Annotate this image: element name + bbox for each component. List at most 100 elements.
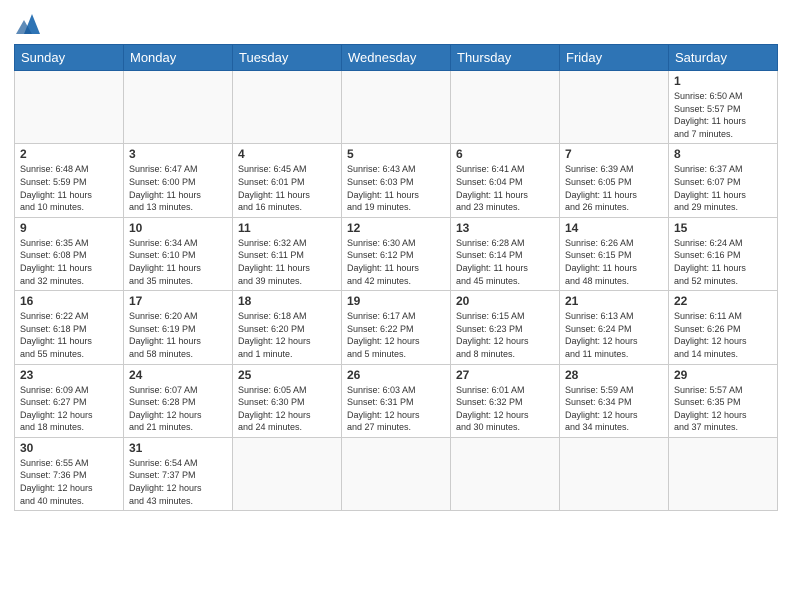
day-number: 27 [456,368,554,382]
week-row-2: 9 Sunrise: 6:35 AM Sunset: 6:08 PM Daylig… [15,217,778,290]
day-info: Sunrise: 6:39 AM Sunset: 6:05 PM Dayligh… [565,163,663,213]
day-cell: 6 Sunrise: 6:41 AM Sunset: 6:04 PM Daylig… [451,144,560,217]
day-info: Sunrise: 6:01 AM Sunset: 6:32 PM Dayligh… [456,384,554,434]
day-cell [15,71,124,144]
day-info: Sunrise: 6:07 AM Sunset: 6:28 PM Dayligh… [129,384,227,434]
day-info: Sunrise: 6:05 AM Sunset: 6:30 PM Dayligh… [238,384,336,434]
day-number: 24 [129,368,227,382]
day-cell: 21 Sunrise: 6:13 AM Sunset: 6:24 PM Dayli… [560,291,669,364]
day-cell: 28 Sunrise: 5:59 AM Sunset: 6:34 PM Dayli… [560,364,669,437]
day-info: Sunrise: 6:13 AM Sunset: 6:24 PM Dayligh… [565,310,663,360]
day-number: 12 [347,221,445,235]
day-number: 22 [674,294,772,308]
day-number: 6 [456,147,554,161]
day-cell: 5Sunrise: 6:43 AM Sunset: 6:03 PM Daylig… [342,144,451,217]
day-info: Sunrise: 6:48 AM Sunset: 5:59 PM Dayligh… [20,163,118,213]
day-cell [233,71,342,144]
day-cell: 18 Sunrise: 6:18 AM Sunset: 6:20 PM Dayli… [233,291,342,364]
day-number: 7 [565,147,663,161]
page: SundayMondayTuesdayWednesdayThursdayFrid… [0,0,792,612]
day-info: Sunrise: 6:24 AM Sunset: 6:16 PM Dayligh… [674,237,772,287]
day-cell: 26 Sunrise: 6:03 AM Sunset: 6:31 PM Dayli… [342,364,451,437]
day-number: 19 [347,294,445,308]
weekday-header-row: SundayMondayTuesdayWednesdayThursdayFrid… [15,45,778,71]
day-number: 23 [20,368,118,382]
day-cell [342,437,451,510]
day-cell: 15 Sunrise: 6:24 AM Sunset: 6:16 PM Dayli… [669,217,778,290]
day-cell: 3 Sunrise: 6:47 AM Sunset: 6:00 PM Daylig… [124,144,233,217]
day-number: 18 [238,294,336,308]
logo [14,10,48,38]
day-number: 5 [347,147,445,161]
day-info: Sunrise: 6:18 AM Sunset: 6:20 PM Dayligh… [238,310,336,360]
week-row-0: 1Sunrise: 6:50 AM Sunset: 5:57 PM Daylig… [15,71,778,144]
day-cell [560,437,669,510]
day-number: 3 [129,147,227,161]
day-number: 29 [674,368,772,382]
day-number: 2 [20,147,118,161]
header [14,10,778,38]
day-cell: 31Sunrise: 6:54 AM Sunset: 7:37 PM Dayli… [124,437,233,510]
day-number: 15 [674,221,772,235]
day-info: Sunrise: 5:59 AM Sunset: 6:34 PM Dayligh… [565,384,663,434]
day-number: 17 [129,294,227,308]
day-cell: 22Sunrise: 6:11 AM Sunset: 6:26 PM Dayli… [669,291,778,364]
day-number: 9 [20,221,118,235]
day-cell: 13Sunrise: 6:28 AM Sunset: 6:14 PM Dayli… [451,217,560,290]
day-number: 26 [347,368,445,382]
day-info: Sunrise: 6:50 AM Sunset: 5:57 PM Dayligh… [674,90,772,140]
day-cell: 14 Sunrise: 6:26 AM Sunset: 6:15 PM Dayli… [560,217,669,290]
weekday-sunday: Sunday [15,45,124,71]
day-cell: 17Sunrise: 6:20 AM Sunset: 6:19 PM Dayli… [124,291,233,364]
day-cell: 4Sunrise: 6:45 AM Sunset: 6:01 PM Daylig… [233,144,342,217]
day-info: Sunrise: 6:54 AM Sunset: 7:37 PM Dayligh… [129,457,227,507]
day-cell: 9 Sunrise: 6:35 AM Sunset: 6:08 PM Daylig… [15,217,124,290]
day-number: 10 [129,221,227,235]
day-number: 14 [565,221,663,235]
day-cell: 16Sunrise: 6:22 AM Sunset: 6:18 PM Dayli… [15,291,124,364]
weekday-saturday: Saturday [669,45,778,71]
weekday-tuesday: Tuesday [233,45,342,71]
day-cell: 25 Sunrise: 6:05 AM Sunset: 6:30 PM Dayli… [233,364,342,437]
day-info: Sunrise: 6:35 AM Sunset: 6:08 PM Dayligh… [20,237,118,287]
day-info: Sunrise: 6:28 AM Sunset: 6:14 PM Dayligh… [456,237,554,287]
day-cell [560,71,669,144]
day-info: Sunrise: 6:17 AM Sunset: 6:22 PM Dayligh… [347,310,445,360]
day-cell: 10 Sunrise: 6:34 AM Sunset: 6:10 PM Dayli… [124,217,233,290]
day-cell: 1Sunrise: 6:50 AM Sunset: 5:57 PM Daylig… [669,71,778,144]
calendar: SundayMondayTuesdayWednesdayThursdayFrid… [14,44,778,511]
day-info: Sunrise: 6:26 AM Sunset: 6:15 PM Dayligh… [565,237,663,287]
day-number: 20 [456,294,554,308]
weekday-monday: Monday [124,45,233,71]
day-info: Sunrise: 6:15 AM Sunset: 6:23 PM Dayligh… [456,310,554,360]
day-cell [124,71,233,144]
day-info: Sunrise: 6:47 AM Sunset: 6:00 PM Dayligh… [129,163,227,213]
day-number: 25 [238,368,336,382]
day-cell: 30Sunrise: 6:55 AM Sunset: 7:36 PM Dayli… [15,437,124,510]
day-number: 8 [674,147,772,161]
day-info: Sunrise: 6:55 AM Sunset: 7:36 PM Dayligh… [20,457,118,507]
day-cell [669,437,778,510]
day-cell: 7 Sunrise: 6:39 AM Sunset: 6:05 PM Daylig… [560,144,669,217]
day-number: 21 [565,294,663,308]
day-cell: 2 Sunrise: 6:48 AM Sunset: 5:59 PM Daylig… [15,144,124,217]
week-row-3: 16Sunrise: 6:22 AM Sunset: 6:18 PM Dayli… [15,291,778,364]
day-info: Sunrise: 6:03 AM Sunset: 6:31 PM Dayligh… [347,384,445,434]
day-info: Sunrise: 6:32 AM Sunset: 6:11 PM Dayligh… [238,237,336,287]
day-cell [233,437,342,510]
day-cell: 23 Sunrise: 6:09 AM Sunset: 6:27 PM Dayli… [15,364,124,437]
day-cell [451,71,560,144]
day-info: Sunrise: 6:34 AM Sunset: 6:10 PM Dayligh… [129,237,227,287]
day-info: Sunrise: 6:09 AM Sunset: 6:27 PM Dayligh… [20,384,118,434]
day-info: Sunrise: 6:37 AM Sunset: 6:07 PM Dayligh… [674,163,772,213]
day-number: 4 [238,147,336,161]
day-cell: 19 Sunrise: 6:17 AM Sunset: 6:22 PM Dayli… [342,291,451,364]
day-number: 11 [238,221,336,235]
day-cell: 11 Sunrise: 6:32 AM Sunset: 6:11 PM Dayli… [233,217,342,290]
week-row-1: 2 Sunrise: 6:48 AM Sunset: 5:59 PM Daylig… [15,144,778,217]
week-row-4: 23 Sunrise: 6:09 AM Sunset: 6:27 PM Dayli… [15,364,778,437]
day-info: Sunrise: 6:41 AM Sunset: 6:04 PM Dayligh… [456,163,554,213]
week-row-5: 30Sunrise: 6:55 AM Sunset: 7:36 PM Dayli… [15,437,778,510]
day-number: 28 [565,368,663,382]
day-cell: 27 Sunrise: 6:01 AM Sunset: 6:32 PM Dayli… [451,364,560,437]
